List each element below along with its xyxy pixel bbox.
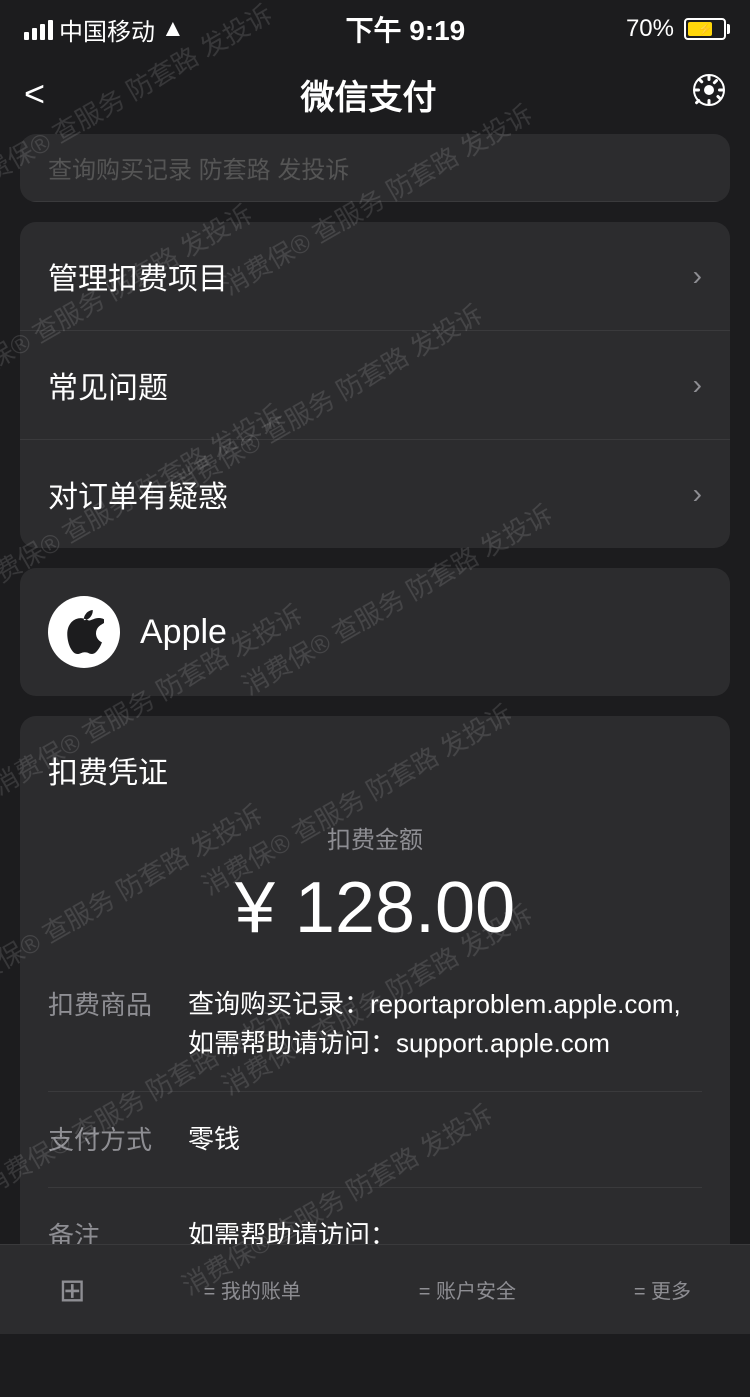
battery-icon: ⚡: [684, 18, 726, 40]
signal-bars-icon: [24, 18, 53, 40]
tab-bar: ⊞ = 我的账单 = 账户安全 = 更多: [0, 1244, 750, 1334]
detail-row-payment: 支付方式 零钱: [48, 1120, 702, 1188]
menu-item-faq[interactable]: 常见问题 ›: [20, 331, 730, 440]
tab-label-account-security: = 账户安全: [419, 1275, 516, 1304]
detail-row-product: 扣费商品 查询购买记录：reportaproblem.apple.com, 如需…: [48, 985, 702, 1092]
carrier-label: 中国移动: [59, 12, 155, 47]
receipt-section: 扣费凭证 扣费金额 ¥ 128.00 扣费商品 查询购买记录：reportapr…: [20, 716, 730, 1287]
top-partial-section: 查询购买记录 防套路 发投诉: [20, 134, 730, 202]
apple-name-label: Apple: [140, 613, 227, 652]
nav-bar: < 微信支付: [0, 54, 750, 134]
detail-key-product: 扣费商品: [48, 985, 188, 1022]
tab-label-my-bills: = 我的账单: [204, 1275, 301, 1304]
menu-item-manage-deductions-label: 管理扣费项目: [48, 254, 228, 298]
amount-value: ¥ 128.00: [48, 867, 702, 949]
top-partial-text: 查询购买记录 防套路 发投诉: [20, 134, 730, 202]
status-time: 下午 9:19: [345, 9, 465, 49]
back-button[interactable]: <: [24, 73, 45, 115]
apple-logo-icon: [64, 610, 104, 654]
tab-item-my-bills[interactable]: = 我的账单: [204, 1275, 301, 1304]
menu-item-manage-deductions[interactable]: 管理扣费项目 ›: [20, 222, 730, 331]
tab-item-account-security[interactable]: = 账户安全: [419, 1275, 516, 1304]
wifi-icon: ▲: [161, 15, 185, 43]
keyboard-icon: ⊞: [59, 1271, 86, 1309]
menu-item-faq-label: 常见问题: [48, 363, 168, 407]
page-title: 微信支付: [301, 70, 437, 119]
apple-section: Apple: [20, 568, 730, 696]
tab-label-more: = 更多: [634, 1275, 691, 1304]
amount-label: 扣费金额: [48, 820, 702, 855]
chevron-right-icon: ›: [693, 260, 702, 292]
chevron-right-icon: ›: [693, 369, 702, 401]
menu-item-order-questions-label: 对订单有疑惑: [48, 472, 228, 516]
status-right: 70% ⚡: [626, 15, 726, 43]
receipt-title: 扣费凭证: [48, 748, 702, 792]
menu-section: 管理扣费项目 › 常见问题 › 对订单有疑惑 ›: [20, 222, 730, 548]
detail-value-payment: 零钱: [188, 1120, 240, 1159]
status-bar: 中国移动 ▲ 下午 9:19 70% ⚡: [0, 0, 750, 54]
status-left: 中国移动 ▲: [24, 12, 185, 47]
tab-item-keyboard[interactable]: ⊞: [59, 1271, 86, 1309]
apple-logo-circle: [48, 596, 120, 668]
chevron-right-icon: ›: [693, 478, 702, 510]
settings-button[interactable]: [692, 73, 726, 116]
detail-key-payment: 支付方式: [48, 1120, 188, 1157]
battery-percent: 70%: [626, 15, 674, 43]
detail-value-product: 查询购买记录：reportaproblem.apple.com, 如需帮助请访问…: [188, 985, 702, 1063]
menu-item-order-questions[interactable]: 对订单有疑惑 ›: [20, 440, 730, 548]
tab-item-more[interactable]: = 更多: [634, 1275, 691, 1304]
